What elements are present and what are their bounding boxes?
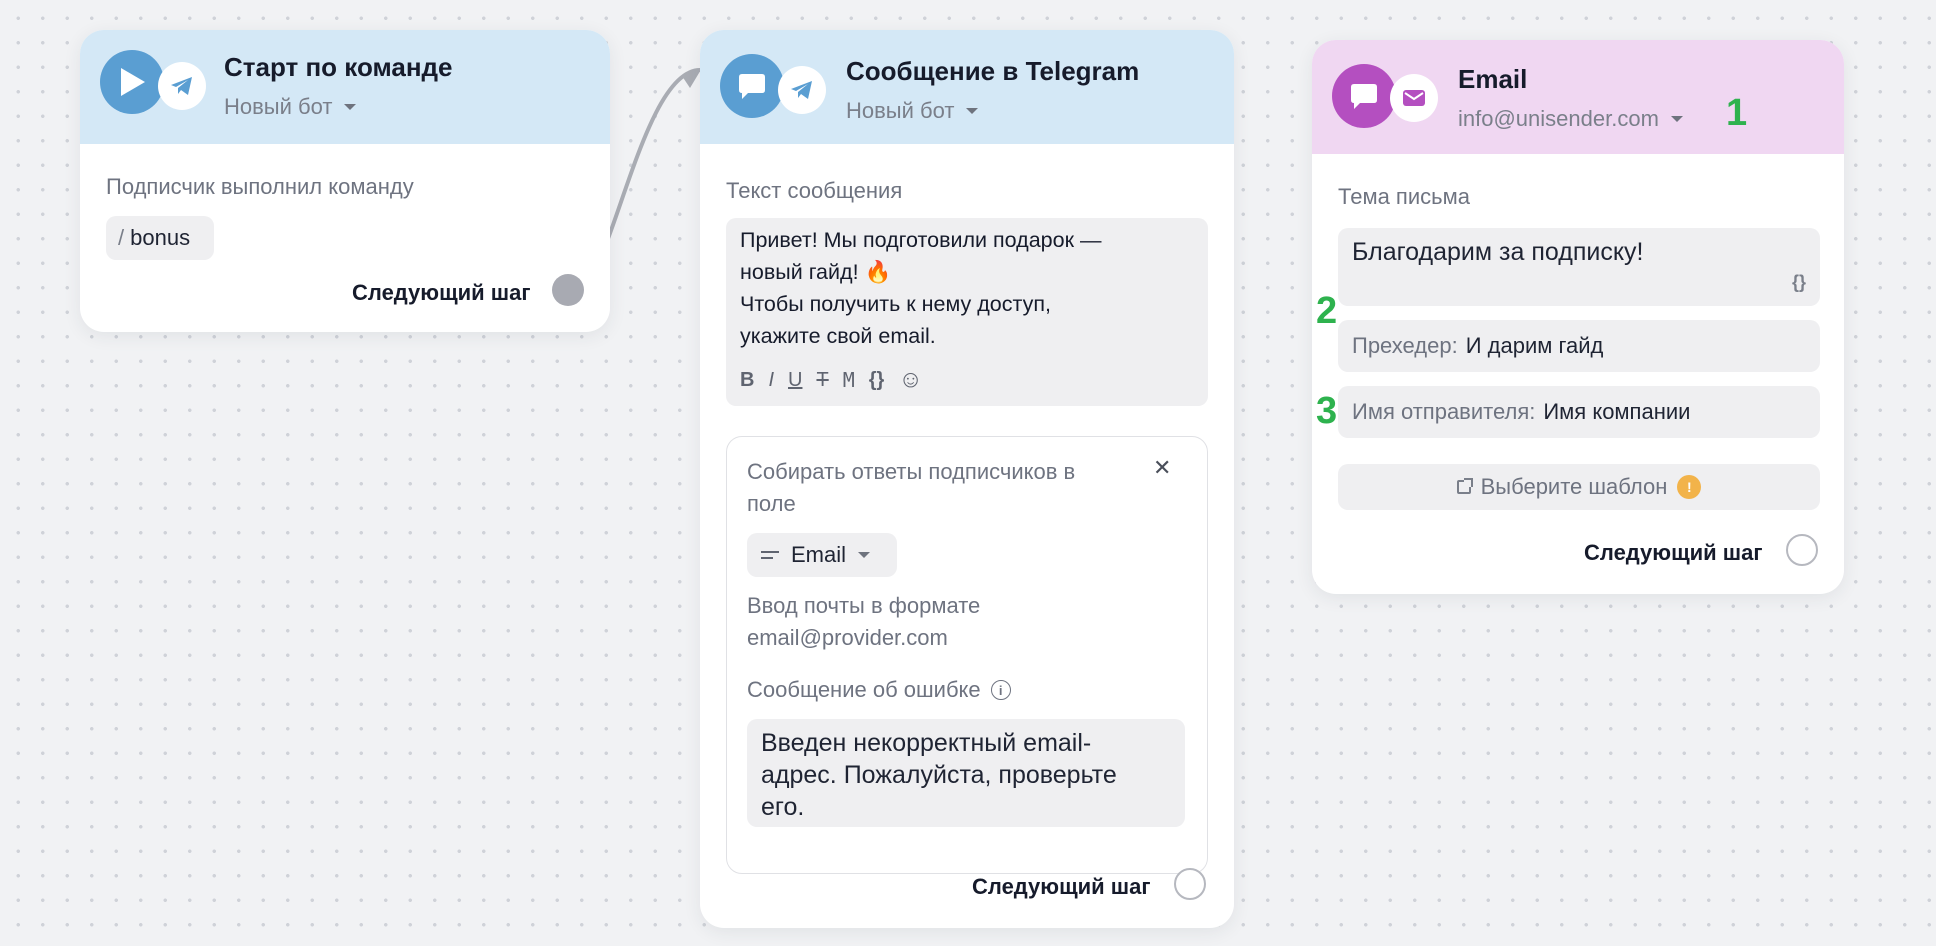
- field-selector[interactable]: Email: [747, 533, 897, 577]
- chevron-down-icon: [1670, 116, 1683, 122]
- error-line: Введен некорректный email-: [761, 729, 1092, 757]
- collect-label: Собирать ответы подписчиков в: [747, 459, 1076, 484]
- subject-label: Тема письма: [1338, 184, 1470, 209]
- template-button-label: Выберите шаблон: [1480, 474, 1668, 499]
- external-link-icon: [1456, 478, 1473, 494]
- error-line: адрес. Пожалуйста, проверьте: [761, 761, 1117, 789]
- error-message-label: Сообщение об ошибке i: [747, 677, 1011, 703]
- annotation-badge-1: 1: [1726, 92, 1748, 134]
- telegram-card-title: Сообщение в Telegram: [846, 56, 1140, 86]
- preheader-value: И дарим гайд: [1465, 333, 1604, 358]
- bold-button[interactable]: B: [740, 369, 754, 392]
- sender-address: info@unisender.com: [1458, 106, 1659, 131]
- email-card-header: Email info@unisender.com: [1312, 40, 1844, 154]
- warning-icon: !: [1677, 475, 1702, 499]
- next-step-connector-connected[interactable]: [552, 274, 584, 306]
- next-step-connector[interactable]: [1174, 868, 1206, 900]
- telegram-message-card[interactable]: Сообщение в Telegram Новый бот Текст соо…: [700, 30, 1234, 928]
- close-icon[interactable]: ✕: [1153, 455, 1171, 481]
- error-message-input[interactable]: Введен некорректный email- адрес. Пожалу…: [747, 719, 1185, 827]
- bot-selector[interactable]: Новый бот: [224, 94, 357, 120]
- format-hint-example: email@provider.com: [747, 625, 948, 650]
- telegram-icon: [778, 66, 826, 114]
- collect-answers-panel: Собирать ответы подписчиков в поле ✕ Ema…: [726, 436, 1208, 874]
- format-toolbar: B I U T M {} ☺: [740, 366, 923, 394]
- message-text-label: Текст сообщения: [726, 178, 903, 203]
- command-text: bonus: [130, 225, 191, 250]
- info-icon[interactable]: i: [990, 680, 1011, 700]
- chat-bubble-icon: [1332, 64, 1396, 128]
- next-step-label: Следующий шаг: [352, 280, 531, 305]
- collect-label-line2: поле: [747, 491, 796, 516]
- message-line: Чтобы получить к нему доступ,: [740, 292, 1051, 316]
- telegram-card-header: Сообщение в Telegram Новый бот: [700, 30, 1234, 144]
- preheader-field[interactable]: Прехедер: И дарим гайд: [1338, 320, 1820, 372]
- field-name: Email: [791, 542, 847, 567]
- annotation-badge-3: 3: [1316, 390, 1338, 432]
- chat-bubble-icon: [720, 54, 784, 118]
- sender-name-value: Имя компании: [1543, 399, 1691, 424]
- message-line: новый гайд! 🔥: [740, 260, 892, 284]
- sender-name-field[interactable]: Имя отправителя: Имя компании: [1338, 386, 1820, 438]
- choose-template-button[interactable]: Выберите шаблон !: [1338, 464, 1820, 510]
- annotation-badge-2: 2: [1316, 290, 1338, 332]
- chevron-down-icon: [858, 552, 871, 558]
- chevron-down-icon: [344, 104, 357, 110]
- variables-button[interactable]: {}: [869, 369, 885, 392]
- subject-input[interactable]: Благодарим за подписку! {}: [1338, 228, 1820, 306]
- next-step-label: Следующий шаг: [972, 874, 1151, 899]
- email-card-title: Email: [1458, 64, 1528, 94]
- command-chip[interactable]: / bonus: [106, 216, 214, 260]
- message-editor[interactable]: Привет! Мы подготовили подарок — новый г…: [726, 218, 1208, 406]
- message-line: укажите свой email.: [740, 324, 936, 348]
- bot-selector[interactable]: Новый бот: [846, 98, 979, 124]
- next-step-connector[interactable]: [1786, 534, 1818, 566]
- underline-button[interactable]: U: [788, 369, 802, 392]
- condition-label: Подписчик выполнил команду: [106, 174, 414, 199]
- message-line: Привет! Мы подготовили подарок —: [740, 228, 1102, 252]
- subject-value: Благодарим за подписку!: [1352, 238, 1644, 266]
- sender-name-label: Имя отправителя:: [1352, 399, 1536, 424]
- error-line: его.: [761, 793, 805, 821]
- bot-name: Новый бот: [224, 94, 333, 119]
- emoji-icon[interactable]: ☺: [898, 366, 923, 394]
- strikethrough-button[interactable]: T: [816, 369, 828, 392]
- email-card[interactable]: Email info@unisender.com Тема письма Бла…: [1312, 40, 1844, 594]
- bot-name: Новый бот: [846, 98, 955, 123]
- monospace-button[interactable]: M: [843, 368, 855, 392]
- format-hint: Ввод почты в формате: [747, 593, 981, 618]
- command-slash: /: [118, 225, 125, 250]
- text-field-icon: [761, 551, 779, 559]
- start-card-header: Старт по команде Новый бот: [80, 30, 610, 144]
- sender-address-selector[interactable]: info@unisender.com: [1458, 106, 1683, 132]
- start-card-title: Старт по команде: [224, 52, 453, 82]
- italic-button[interactable]: I: [768, 369, 774, 392]
- play-icon: [100, 50, 164, 114]
- variables-button[interactable]: {}: [1792, 272, 1806, 293]
- next-step-label: Следующий шаг: [1584, 540, 1763, 565]
- chevron-down-icon: [966, 108, 979, 114]
- envelope-icon: [1390, 74, 1438, 122]
- preheader-label: Прехедер:: [1352, 333, 1458, 358]
- start-command-card[interactable]: Старт по команде Новый бот Подписчик вып…: [80, 30, 610, 332]
- telegram-icon: [158, 62, 206, 110]
